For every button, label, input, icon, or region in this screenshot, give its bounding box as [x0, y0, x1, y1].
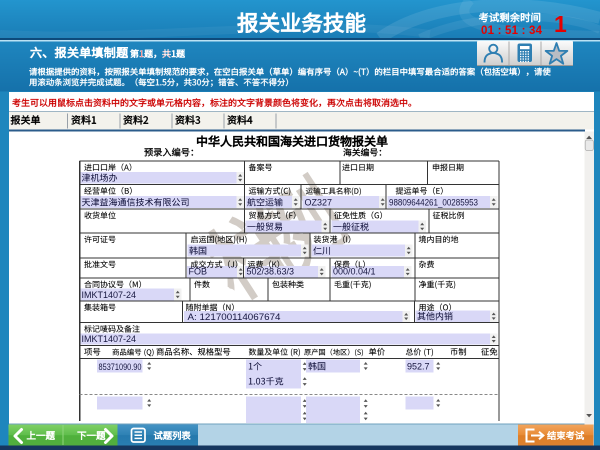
svg-text:IMKT1407-24: IMKT1407-24 — [82, 334, 137, 344]
svg-text:OZ327: OZ327 — [305, 198, 333, 208]
svg-text:952.7: 952.7 — [407, 362, 430, 372]
svg-text:502/38.63/3: 502/38.63/3 — [247, 267, 295, 277]
svg-text:98809644261_00285953: 98809644261_00285953 — [389, 198, 478, 208]
svg-text:A: 121700114067674: A: 121700114067674 — [188, 312, 281, 322]
svg-text:IMKT1407-24: IMKT1407-24 — [82, 290, 137, 300]
svg-text:000/0.04/1: 000/0.04/1 — [333, 267, 376, 277]
svg-text:1: 1 — [554, 11, 567, 37]
svg-text:85371090.90: 85371090.90 — [99, 362, 142, 373]
svg-text:01 : 51 : 34: 01 : 51 : 34 — [481, 25, 543, 37]
svg-text:FOB: FOB — [189, 267, 208, 277]
